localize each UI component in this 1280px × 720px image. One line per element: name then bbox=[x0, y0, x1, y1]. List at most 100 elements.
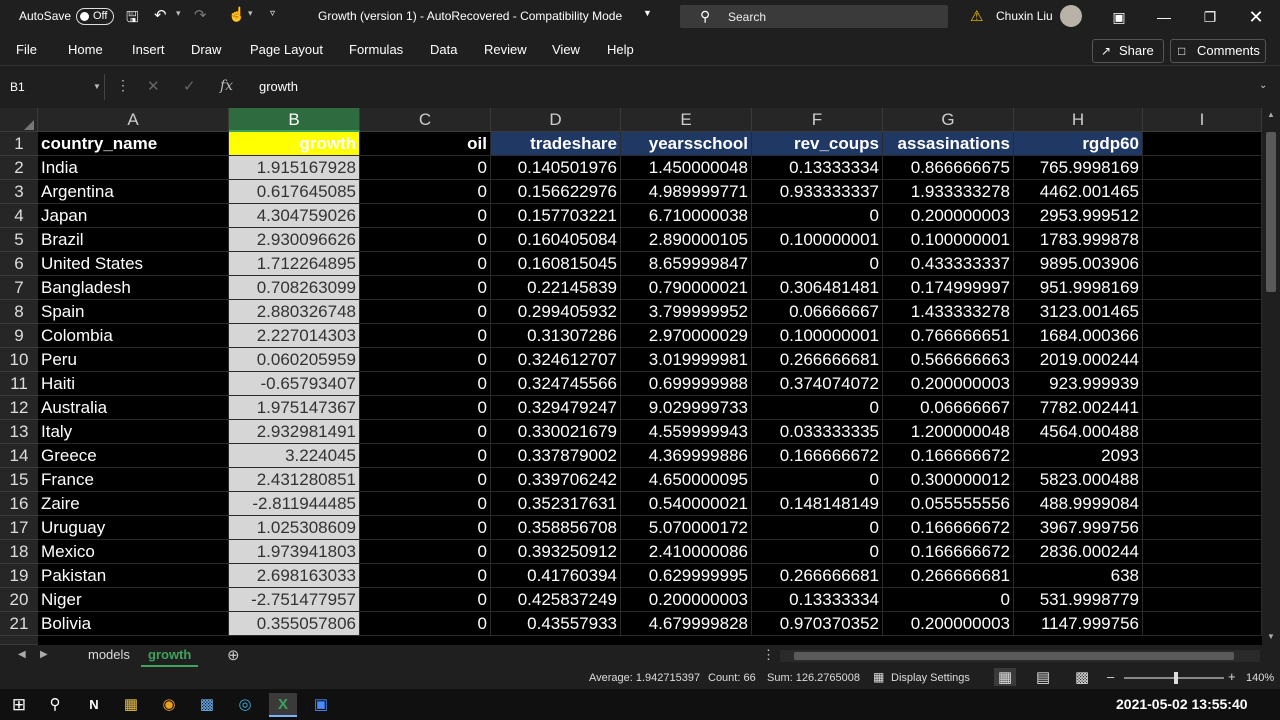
cell-yearsschool[interactable]: 3.019999981 bbox=[621, 348, 752, 372]
zoom-slider-handle[interactable] bbox=[1174, 672, 1178, 684]
cell-rgdp60[interactable]: 3967.999756 bbox=[1014, 516, 1143, 540]
cell-growth[interactable]: 2.932981491 bbox=[229, 420, 360, 444]
cell-rgdp60[interactable]: 765.9998169 bbox=[1014, 156, 1143, 180]
cell-assasinations[interactable]: 0.566666663 bbox=[883, 348, 1014, 372]
cell-rev-coups[interactable]: 0.970370352 bbox=[752, 612, 883, 636]
cell-rev-coups[interactable]: 0 bbox=[752, 252, 883, 276]
cell-oil[interactable]: 0 bbox=[360, 468, 491, 492]
column-header-d[interactable]: D bbox=[491, 108, 621, 132]
tab-scroll-left-icon[interactable]: ◀ bbox=[18, 649, 26, 660]
cell-tradeshare[interactable]: 0.41760394 bbox=[491, 564, 621, 588]
column-header-c[interactable]: C bbox=[360, 108, 491, 132]
row-header[interactable]: 21 bbox=[0, 612, 38, 636]
cell-oil[interactable]: 0 bbox=[360, 300, 491, 324]
cell-oil[interactable]: 0 bbox=[360, 564, 491, 588]
scroll-thumb[interactable] bbox=[1266, 132, 1276, 292]
display-settings-button[interactable]: Display Settings bbox=[891, 672, 970, 684]
undo-dropdown-icon[interactable]: ▾ bbox=[176, 8, 181, 19]
cell-oil[interactable]: 0 bbox=[360, 180, 491, 204]
cell-tradeshare[interactable]: 0.324612707 bbox=[491, 348, 621, 372]
header-cell-tradeshare[interactable]: tradeshare bbox=[491, 132, 621, 156]
row-header[interactable]: 4 bbox=[0, 204, 38, 228]
cell-rev-coups[interactable]: 0.933333337 bbox=[752, 180, 883, 204]
cell-rgdp60[interactable]: 2953.999512 bbox=[1014, 204, 1143, 228]
cell-rev-coups[interactable]: 0.374074072 bbox=[752, 372, 883, 396]
cell-oil[interactable]: 0 bbox=[360, 276, 491, 300]
cell-rev-coups[interactable]: 0.06666667 bbox=[752, 300, 883, 324]
empty-cell[interactable] bbox=[1143, 396, 1262, 420]
cell-yearsschool[interactable]: 4.650000095 bbox=[621, 468, 752, 492]
restore-icon[interactable]: ❐ bbox=[1199, 6, 1221, 28]
row-header[interactable]: 15 bbox=[0, 468, 38, 492]
cell-growth[interactable]: -2.751477957 bbox=[229, 588, 360, 612]
empty-cell[interactable] bbox=[1143, 588, 1262, 612]
empty-cell[interactable] bbox=[1143, 612, 1262, 636]
cell-tradeshare[interactable]: 0.337879002 bbox=[491, 444, 621, 468]
tab-models[interactable]: models bbox=[81, 645, 137, 667]
add-sheet-icon[interactable]: ⊕ bbox=[227, 646, 240, 664]
cell-growth[interactable]: 1.025308609 bbox=[229, 516, 360, 540]
cell-tradeshare[interactable]: 0.329479247 bbox=[491, 396, 621, 420]
cell-assasinations[interactable]: 0.100000001 bbox=[883, 228, 1014, 252]
avatar[interactable] bbox=[1060, 5, 1082, 27]
cell-yearsschool[interactable]: 5.070000172 bbox=[621, 516, 752, 540]
menu-data[interactable]: Data bbox=[430, 42, 457, 57]
row-header[interactable] bbox=[0, 636, 38, 645]
row-header[interactable]: 17 bbox=[0, 516, 38, 540]
cell-country-name[interactable]: Colombia bbox=[38, 324, 229, 348]
title-dropdown-icon[interactable]: ▼ bbox=[643, 8, 652, 18]
cell-assasinations[interactable]: 0.866666675 bbox=[883, 156, 1014, 180]
row-header[interactable]: 11 bbox=[0, 372, 38, 396]
cell-rev-coups[interactable]: 0 bbox=[752, 204, 883, 228]
scroll-up-icon[interactable]: ▲ bbox=[1267, 110, 1275, 119]
normal-view-icon[interactable]: ▦ bbox=[994, 668, 1017, 686]
cell-country-name[interactable]: Argentina bbox=[38, 180, 229, 204]
menu-insert[interactable]: Insert bbox=[132, 42, 165, 57]
name-box[interactable]: B1 ▼ bbox=[0, 74, 105, 100]
header-cell-oil[interactable]: oil bbox=[360, 132, 491, 156]
cell-growth[interactable]: 0.708263099 bbox=[229, 276, 360, 300]
cell-rev-coups[interactable]: 0.306481481 bbox=[752, 276, 883, 300]
row-header[interactable]: 12 bbox=[0, 396, 38, 420]
cell-rgdp60[interactable]: 2093 bbox=[1014, 444, 1143, 468]
cell-tradeshare[interactable]: 0.324745566 bbox=[491, 372, 621, 396]
warning-icon[interactable]: ⚠ bbox=[970, 7, 983, 25]
row-header[interactable]: 13 bbox=[0, 420, 38, 444]
empty-cell[interactable] bbox=[1143, 540, 1262, 564]
empty-cell[interactable] bbox=[1143, 372, 1262, 396]
cell-yearsschool[interactable]: 0.540000021 bbox=[621, 492, 752, 516]
cell-growth[interactable]: 1.975147367 bbox=[229, 396, 360, 420]
cell-assasinations[interactable]: 0.166666672 bbox=[883, 540, 1014, 564]
cell-rgdp60[interactable]: 5823.000488 bbox=[1014, 468, 1143, 492]
undo-icon[interactable]: ↶ bbox=[154, 6, 167, 24]
header-cell-growth[interactable]: growth bbox=[229, 132, 360, 156]
windows-start-icon[interactable]: ⊞ bbox=[6, 693, 32, 717]
row-header[interactable]: 18 bbox=[0, 540, 38, 564]
cancel-icon[interactable]: ✕ bbox=[147, 77, 160, 95]
cell-tradeshare[interactable]: 0.43557933 bbox=[491, 612, 621, 636]
cell-yearsschool[interactable]: 4.679999828 bbox=[621, 612, 752, 636]
cell-growth[interactable]: 2.227014303 bbox=[229, 324, 360, 348]
empty-cell[interactable] bbox=[1143, 564, 1262, 588]
formula-content[interactable]: growth bbox=[259, 79, 298, 94]
menu-home[interactable]: Home bbox=[68, 42, 103, 57]
cell-tradeshare[interactable]: 0.31307286 bbox=[491, 324, 621, 348]
cell-rgdp60[interactable]: 1783.999878 bbox=[1014, 228, 1143, 252]
user-name[interactable]: Chuxin Liu bbox=[996, 9, 1053, 23]
cell-assasinations[interactable]: 0.200000003 bbox=[883, 372, 1014, 396]
cell-rev-coups[interactable]: 0.266666681 bbox=[752, 348, 883, 372]
cell-tradeshare[interactable]: 0.358856708 bbox=[491, 516, 621, 540]
menu-file[interactable]: File bbox=[16, 42, 37, 57]
cell-assasinations[interactable]: 0.166666672 bbox=[883, 444, 1014, 468]
cell-tradeshare[interactable]: 0.156622976 bbox=[491, 180, 621, 204]
cell-growth[interactable]: 0.617645085 bbox=[229, 180, 360, 204]
touch-dropdown-icon[interactable]: ▾ bbox=[248, 8, 253, 19]
cell-oil[interactable]: 0 bbox=[360, 492, 491, 516]
scroll-down-icon[interactable]: ▼ bbox=[1267, 632, 1275, 641]
cell-country-name[interactable]: Bangladesh bbox=[38, 276, 229, 300]
column-header-h[interactable]: H bbox=[1014, 108, 1143, 132]
cell-rev-coups[interactable]: 0 bbox=[752, 540, 883, 564]
empty-cell[interactable] bbox=[1143, 132, 1262, 156]
cell-rgdp60[interactable]: 2836.000244 bbox=[1014, 540, 1143, 564]
cell-rgdp60[interactable]: 9895.003906 bbox=[1014, 252, 1143, 276]
